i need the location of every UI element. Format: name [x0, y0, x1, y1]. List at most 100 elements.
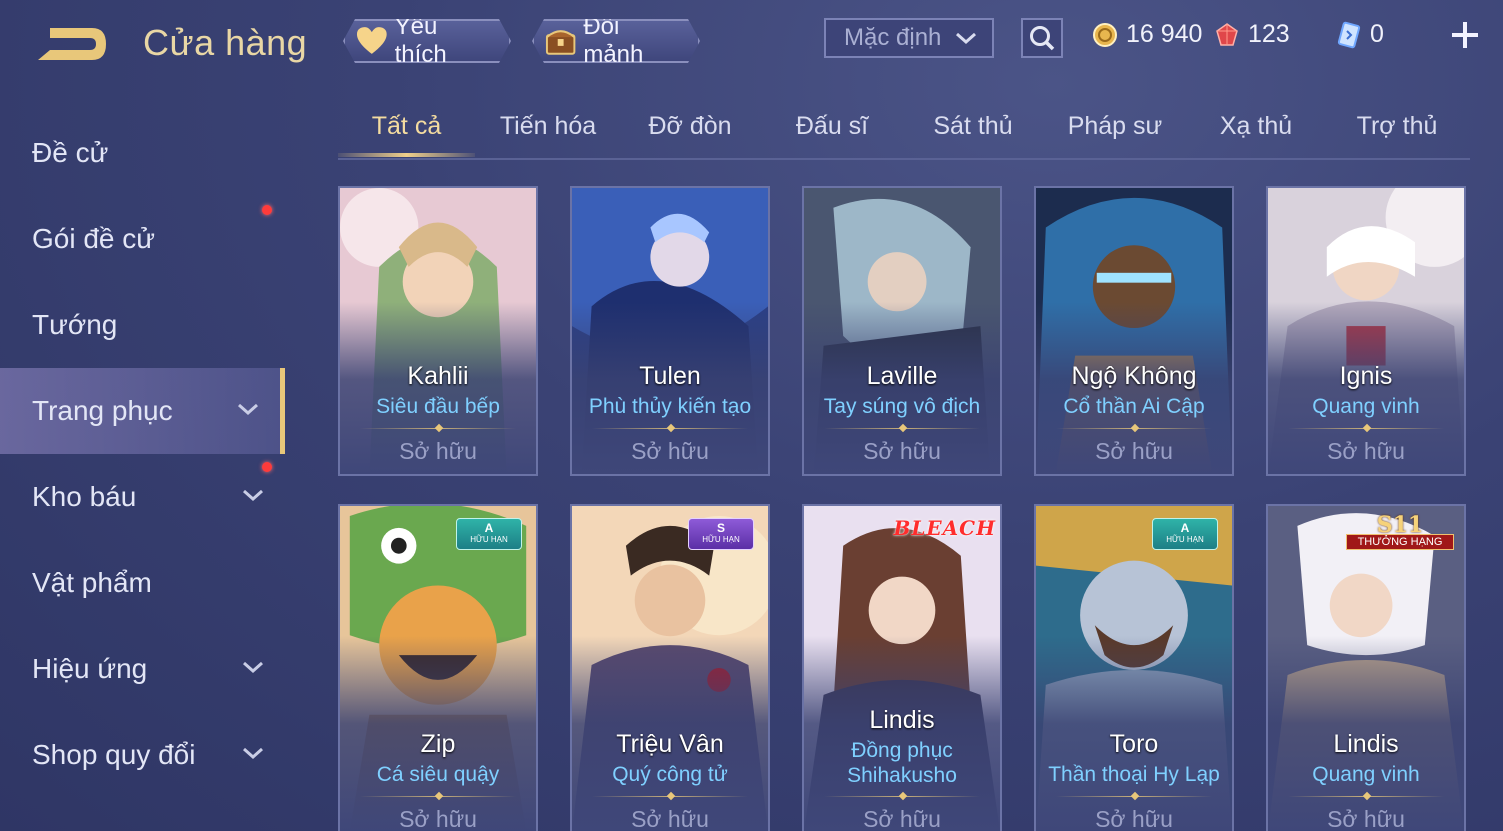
hero-name: Ngộ Không [1071, 362, 1197, 390]
tab-all[interactable]: Tất cả [338, 112, 475, 141]
voucher-card-icon [1337, 21, 1361, 48]
skin-name: Đồng phục Shihakusho [847, 739, 957, 787]
badge-subtitle: HỮU HẠN [1166, 535, 1204, 544]
chevron-down-icon [243, 747, 263, 760]
active-tab-indicator [338, 153, 475, 157]
exchange-shards-label: Đổi mảnh [583, 13, 644, 68]
hero-name: Lindis [1333, 730, 1399, 758]
search-icon [1030, 26, 1055, 51]
skin-card[interactable]: A HỮU HẠN Zip Cá siêu quậy Sở hữu [338, 504, 538, 831]
skin-name: Quang vinh [1312, 763, 1420, 786]
tab-marksman[interactable]: Xạ thủ [1186, 112, 1326, 141]
sidebar-item-label: Tướng [32, 309, 118, 340]
sidebar-item-label: Vật phẩm [32, 567, 152, 598]
badge-rank: A [1180, 521, 1190, 535]
owned-status: Sở hữu [399, 806, 477, 831]
voucher-amount: 0 [1370, 20, 1384, 48]
sidebar-item-items[interactable]: Vật phẩm [0, 540, 285, 626]
top-bar: Cửa hàng Yêu thích Đổi mảnh Mặc định 16 [0, 0, 1503, 90]
tab-tank[interactable]: Đỡ đòn [620, 112, 760, 141]
owned-status: Sở hữu [863, 806, 941, 831]
skin-card[interactable]: Laville Tay súng vô địch Sở hữu [802, 186, 1002, 476]
skin-name: Quang vinh [1312, 395, 1420, 418]
skin-card[interactable]: BLEACH Lindis Đồng phục Shihakusho Sở hữ… [802, 504, 1002, 831]
gold-amount: 16 940 [1126, 20, 1203, 48]
season-rank-reward-badge: S11 THƯỞNG HẠNG [1346, 512, 1454, 550]
add-currency-plus-icon[interactable] [1448, 18, 1482, 52]
tab-support[interactable]: Trợ thủ [1327, 112, 1467, 141]
notification-dot [262, 205, 272, 215]
owned-status: Sở hữu [863, 438, 941, 464]
skin-name: Phù thủy kiến tạo [588, 395, 752, 418]
skin-name: Tay súng vô địch [823, 395, 981, 418]
ruby-currency: 123 [1214, 20, 1290, 49]
owned-status: Sở hữu [1327, 806, 1405, 831]
skin-name: Siêu đầu bếp [376, 395, 500, 418]
skin-card[interactable]: S HỮU HẠN Triệu Vân Quý công tử Sở hữu [570, 504, 770, 831]
sidebar-item-treasure[interactable]: Kho báu [0, 454, 285, 540]
page-title: Cửa hàng [143, 22, 308, 63]
skin-card[interactable]: Ngộ Không Cổ thần Ai Cập Sở hữu [1034, 186, 1234, 476]
owned-status: Sở hữu [1327, 438, 1405, 464]
skin-name: Cá siêu quậy [376, 763, 500, 786]
sidebar-item-label: Hiệu ứng [32, 653, 148, 684]
chevron-down-icon [243, 661, 263, 674]
exchange-shards-button[interactable]: Đổi mảnh [532, 19, 700, 63]
category-tabs: Tất cả Tiến hóa Đỡ đòn Đấu sĩ Sát thủ Ph… [338, 106, 1470, 160]
skin-card[interactable]: S11 THƯỞNG HẠNG Lindis Quang vinh Sở hữu [1266, 504, 1466, 831]
sidebar-item-label: Đề cử [32, 137, 109, 168]
tab-assassin[interactable]: Sát thủ [903, 112, 1043, 141]
sidebar-item-label: Kho báu [32, 481, 137, 512]
notification-dot [262, 462, 272, 472]
hero-name: Lindis [869, 706, 935, 734]
sidebar-item-label: Shop quy đổi [32, 739, 196, 770]
chevron-down-icon [243, 489, 263, 502]
tab-mage[interactable]: Pháp sư [1045, 112, 1185, 141]
sidebar-item-label: Trang phục [32, 395, 173, 426]
favorites-button[interactable]: Yêu thích [343, 19, 511, 63]
hero-name: Triệu Vân [616, 730, 724, 758]
bleach-collab-logo: BLEACH [893, 516, 996, 540]
gold-coin-icon [1093, 22, 1117, 47]
sort-selected-value: Mặc định [844, 24, 942, 51]
hero-name: Laville [866, 362, 938, 390]
chevron-down-icon [238, 403, 258, 416]
rank-s-limited-badge: S HỮU HẠN [688, 518, 754, 550]
badge-subtitle: HỮU HẠN [470, 535, 508, 544]
skin-name: Quý công tử [612, 763, 728, 786]
favorites-label: Yêu thích [394, 13, 447, 68]
skin-name: Thần thoại Hy Lạp [1048, 763, 1220, 786]
voucher-currency: 0 [1336, 20, 1384, 49]
hero-name: Kahlii [407, 362, 469, 390]
back-arrow-icon[interactable] [30, 22, 112, 66]
sidebar-item-recommended-packs[interactable]: Gói đề cử [0, 196, 285, 282]
rank-a-limited-badge: A HỮU HẠN [456, 518, 522, 550]
owned-status: Sở hữu [631, 806, 709, 831]
sidebar-item-label: Gói đề cử [32, 223, 156, 254]
ruby-amount: 123 [1248, 20, 1290, 48]
tab-evolution[interactable]: Tiến hóa [478, 112, 618, 141]
tab-fighter[interactable]: Đấu sĩ [762, 112, 902, 141]
season-reward-label: THƯỞNG HẠNG [1346, 534, 1454, 550]
skin-card[interactable]: Ignis Quang vinh Sở hữu [1266, 186, 1466, 476]
sidebar-item-effects[interactable]: Hiệu ứng [0, 626, 285, 712]
sidebar-item-skins[interactable]: Trang phục [0, 368, 285, 454]
skin-card[interactable]: A HỮU HẠN Toro Thần thoại Hy Lạp Sở hữu [1034, 504, 1234, 831]
sidebar: Đề cử Gói đề cử Tướng Trang phục Kho báu… [0, 110, 290, 831]
hero-name: Ignis [1339, 362, 1393, 390]
search-button[interactable] [1021, 18, 1063, 58]
skin-name: Cổ thần Ai Cập [1063, 395, 1205, 418]
sidebar-item-recommended[interactable]: Đề cử [0, 110, 285, 196]
rank-a-limited-badge: A HỮU HẠN [1152, 518, 1218, 550]
owned-status: Sở hữu [1095, 806, 1173, 831]
skin-card[interactable]: Kahlii Siêu đầu bếp Sở hữu [338, 186, 538, 476]
ruby-gem-icon [1216, 22, 1238, 46]
sort-dropdown[interactable]: Mặc định [824, 18, 994, 58]
hero-name: Toro [1109, 730, 1159, 758]
sidebar-item-heroes[interactable]: Tướng [0, 282, 285, 368]
owned-status: Sở hữu [1095, 438, 1173, 464]
heart-icon [355, 26, 389, 56]
badge-subtitle: HỮU HẠN [702, 535, 740, 544]
skin-card[interactable]: Tulen Phù thủy kiến tạo Sở hữu [570, 186, 770, 476]
sidebar-item-exchange-shop[interactable]: Shop quy đổi [0, 712, 285, 798]
